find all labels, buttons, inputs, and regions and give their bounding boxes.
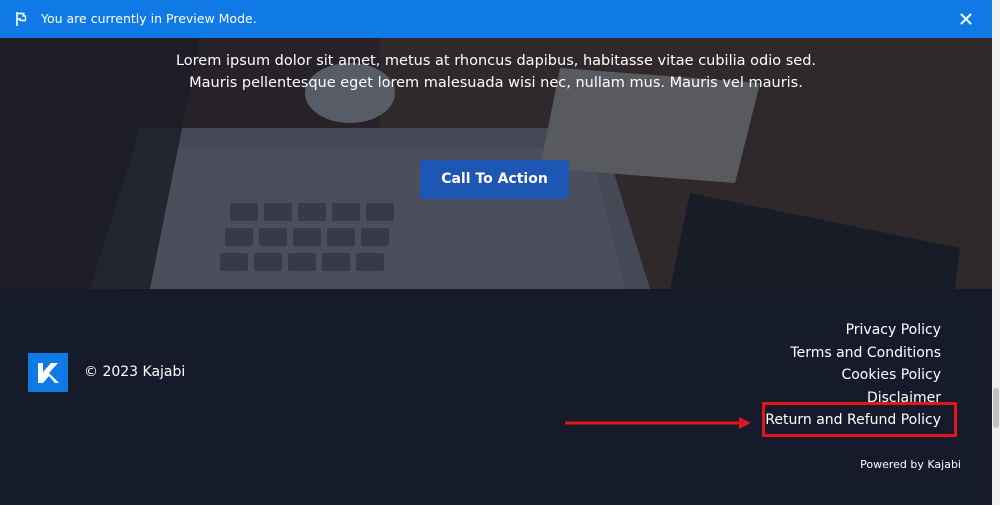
privacy-policy-link[interactable]: Privacy Policy bbox=[765, 319, 941, 342]
call-to-action-button[interactable]: Call To Action bbox=[420, 160, 569, 199]
footer: © 2023 Kajabi Privacy Policy Terms and C… bbox=[0, 289, 992, 505]
flag-icon bbox=[16, 12, 27, 26]
hero-section: Lorem ipsum dolor sit amet, metus at rho… bbox=[0, 38, 992, 289]
page: You are currently in Preview Mode. Lorem… bbox=[0, 0, 1000, 505]
page-scrollbar[interactable] bbox=[992, 0, 1000, 505]
hero-text: Lorem ipsum dolor sit amet, metus at rho… bbox=[0, 50, 992, 94]
copyright-text: © 2023 Kajabi bbox=[84, 364, 186, 380]
scrollbar-thumb[interactable] bbox=[993, 388, 999, 428]
preview-mode-message: You are currently in Preview Mode. bbox=[41, 11, 257, 26]
close-icon[interactable] bbox=[958, 11, 974, 27]
hero-text-line-2: Mauris pellentesque eget lorem malesuada… bbox=[189, 75, 803, 91]
hero-text-line-1: Lorem ipsum dolor sit amet, metus at rho… bbox=[175, 53, 817, 69]
preview-mode-banner: You are currently in Preview Mode. bbox=[0, 0, 992, 38]
terms-and-conditions-link[interactable]: Terms and Conditions bbox=[765, 342, 941, 365]
annotation-arrow-icon bbox=[565, 417, 751, 429]
annotation-highlight-box bbox=[762, 402, 957, 437]
kajabi-logo-icon bbox=[28, 353, 68, 392]
powered-by-kajabi[interactable]: Powered by Kajabi bbox=[860, 458, 961, 472]
cookies-policy-link[interactable]: Cookies Policy bbox=[765, 364, 941, 387]
